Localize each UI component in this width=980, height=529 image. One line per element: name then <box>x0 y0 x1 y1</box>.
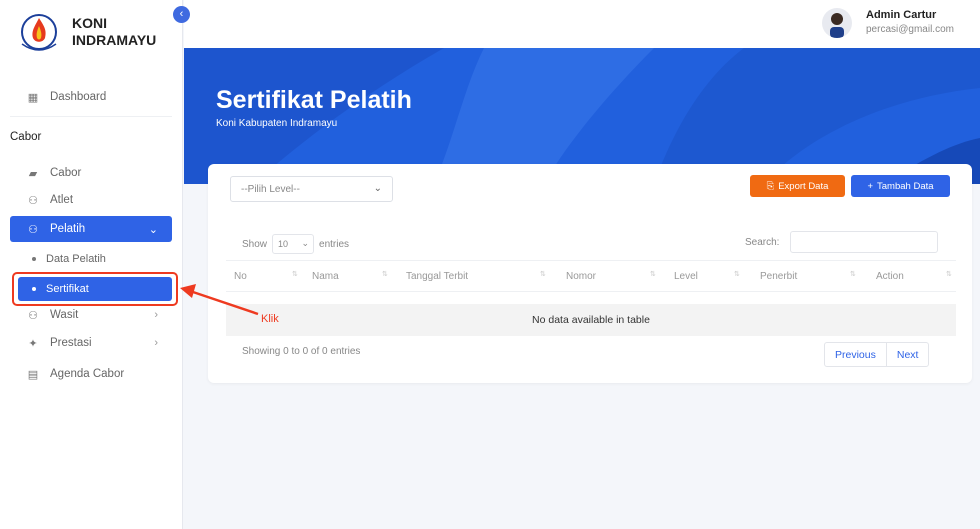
collapse-sidebar-button[interactable]: ‹ <box>173 6 190 23</box>
brand-name: KONI INDRAMAYU <box>72 15 172 49</box>
sidebar-item-cabor[interactable]: ▰ Cabor <box>10 160 172 186</box>
building-icon: ▰ <box>28 167 38 180</box>
entries-label: entries <box>319 238 350 250</box>
entries-value: 10 <box>278 239 289 249</box>
add-data-button[interactable]: + Tambah Data <box>851 175 950 197</box>
next-page-button[interactable]: Next <box>887 343 929 366</box>
previous-page-button[interactable]: Previous <box>825 343 887 366</box>
annotation-label: Klik <box>261 313 279 325</box>
sidebar-item-label: Cabor <box>50 167 82 179</box>
chevron-down-icon: ⌄ <box>301 238 310 248</box>
sort-icon: ⇅ <box>382 271 388 278</box>
column-header-nama[interactable]: Nama <box>312 271 339 282</box>
sidebar-item-label: Pelatih <box>50 223 86 235</box>
sort-icon: ⇅ <box>650 271 656 278</box>
calendar-icon: ▤ <box>27 368 39 381</box>
topbar <box>184 0 980 48</box>
sidebar-item-agenda-cabor[interactable]: ▤ Agenda Cabor <box>10 361 172 387</box>
column-header-no[interactable]: No <box>234 271 247 282</box>
sort-icon: ⇅ <box>292 271 298 278</box>
sort-icon: ⇅ <box>850 271 856 278</box>
bullet-icon <box>32 257 36 261</box>
export-data-button[interactable]: ⎘ Export Data <box>750 175 845 197</box>
search-input[interactable] <box>790 231 938 253</box>
sidebar: KONI INDRAMAYU ▦ Dashboard Cabor ▰ Cabor… <box>0 0 183 529</box>
entries-select[interactable]: 10 ⌄ <box>272 234 315 254</box>
avatar[interactable] <box>822 8 852 38</box>
user-email: percasi@gmail.com <box>866 24 954 35</box>
level-select[interactable]: --Pilih Level-- ⌄ <box>230 176 393 202</box>
sidebar-item-dashboard[interactable]: ▦ Dashboard <box>10 84 172 110</box>
search-label: Search: <box>745 237 780 248</box>
chevron-right-icon: › <box>154 309 158 321</box>
table-header: No ⇅ Nama ⇅ Tanggal Terbit ⇅ Nomor ⇅ Lev… <box>226 260 956 292</box>
sidebar-item-atlet[interactable]: ⚇ Atlet <box>10 187 172 213</box>
brand-line1: KONI <box>72 15 107 31</box>
sidebar-item-label: Dashboard <box>50 91 107 103</box>
plus-icon: + <box>867 180 874 192</box>
sidebar-item-wasit[interactable]: ⚇ Wasit › <box>10 302 172 328</box>
pagination: Previous Next <box>824 342 930 367</box>
users-icon: ⚇ <box>28 194 38 207</box>
trophy-icon: ✦ <box>28 337 38 350</box>
sidebar-subitem-label: Sertifikat <box>46 283 89 295</box>
column-header-penerbit[interactable]: Penerbit <box>760 271 797 282</box>
koni-logo <box>21 14 57 51</box>
level-select-value: --Pilih Level-- <box>241 184 300 195</box>
page-subtitle: Koni Kabupaten Indramayu <box>216 118 338 129</box>
sort-icon: ⇅ <box>734 271 740 278</box>
add-data-label: Tambah Data <box>877 180 934 192</box>
content-card: --Pilih Level-- ⌄ ⎘ Export Data + Tambah… <box>208 164 972 383</box>
show-label: Show <box>242 238 268 250</box>
chevron-down-icon: ⌄ <box>373 183 382 194</box>
sidebar-subitem-data-pelatih[interactable]: Data Pelatih <box>18 247 172 271</box>
sidebar-item-label: Prestasi <box>50 337 92 349</box>
sidebar-item-label: Atlet <box>50 194 74 206</box>
export-icon: ⎘ <box>766 180 775 192</box>
chevron-right-icon: › <box>154 337 158 349</box>
sidebar-item-prestasi[interactable]: ✦ Prestasi › <box>10 330 172 356</box>
user-avatar-icon <box>830 13 844 38</box>
users-icon: ⚇ <box>28 309 38 322</box>
bullet-icon <box>32 287 36 291</box>
brand: KONI INDRAMAYU <box>0 0 183 78</box>
column-header-level[interactable]: Level <box>674 271 698 282</box>
page-length-control: Show 10 ⌄ entries <box>242 234 349 254</box>
sort-icon: ⇅ <box>540 271 546 278</box>
sort-icon: ⇅ <box>946 271 952 278</box>
grid-icon: ▦ <box>27 91 39 104</box>
column-header-tanggal-terbit[interactable]: Tanggal Terbit <box>406 271 468 282</box>
sidebar-item-label: Wasit <box>50 309 79 321</box>
user-name: Admin Cartur <box>866 9 937 21</box>
table-empty-row: No data available in table <box>226 304 956 336</box>
column-header-nomor[interactable]: Nomor <box>566 271 596 282</box>
section-label: Cabor <box>10 131 42 143</box>
users-icon: ⚇ <box>28 223 38 236</box>
column-header-action[interactable]: Action <box>876 271 904 282</box>
sidebar-item-pelatih[interactable]: ⚇ Pelatih ⌄ <box>10 216 172 242</box>
sidebar-item-label: Agenda Cabor <box>50 368 125 380</box>
sidebar-subitem-label: Data Pelatih <box>46 253 106 265</box>
chevron-down-icon: ⌄ <box>148 223 158 236</box>
export-data-label: Export Data <box>778 180 829 192</box>
brand-line2: INDRAMAYU <box>72 32 157 48</box>
page-title: Sertifikat Pelatih <box>216 86 412 114</box>
divider <box>10 116 172 117</box>
table-info: Showing 0 to 0 of 0 entries <box>242 346 361 357</box>
sidebar-subitem-sertifikat[interactable]: Sertifikat <box>18 277 172 301</box>
